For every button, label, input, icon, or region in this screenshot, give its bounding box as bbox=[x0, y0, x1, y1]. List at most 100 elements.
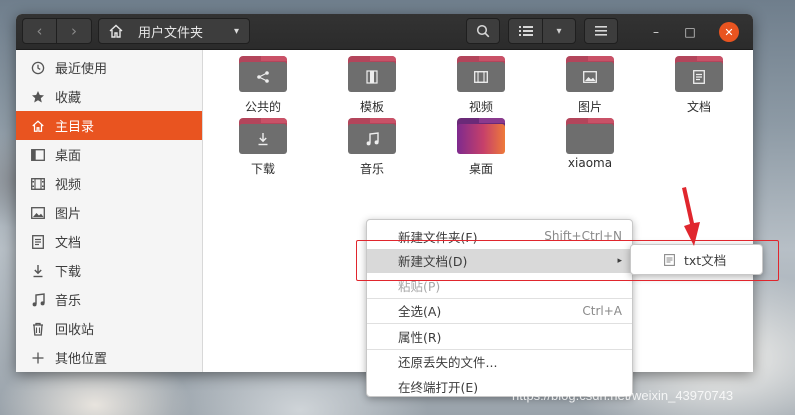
template-icon bbox=[366, 70, 378, 84]
chevron-down-icon: ▾ bbox=[556, 25, 562, 37]
file-label: 模板 bbox=[359, 100, 384, 114]
nav-buttons: ‹ › bbox=[22, 18, 92, 44]
maximize-button[interactable]: □ bbox=[681, 23, 699, 41]
minimize-button[interactable]: – bbox=[647, 23, 665, 41]
menu-item-properties[interactable]: 属性(R) bbox=[367, 324, 632, 349]
film-icon bbox=[30, 176, 46, 192]
plus-icon bbox=[30, 350, 46, 366]
home-icon bbox=[109, 24, 123, 38]
search-button[interactable] bbox=[466, 18, 500, 44]
menu-item-label: 新建文档(D) bbox=[398, 254, 468, 270]
menu-item-label: 粘贴(P) bbox=[398, 278, 441, 294]
close-icon: ✕ bbox=[724, 25, 734, 39]
file-label: 公共的 bbox=[244, 100, 281, 114]
path-label: 用户文件夹 bbox=[138, 25, 204, 41]
folder-icon bbox=[566, 118, 614, 154]
view-buttons: ▾ bbox=[508, 18, 576, 44]
file-label: 文档 bbox=[686, 100, 711, 114]
trash-icon bbox=[30, 321, 46, 337]
path-bar-home-button[interactable]: 用户文件夹 ▾ bbox=[98, 18, 250, 44]
menu-item-select-all[interactable]: 全选(A) Ctrl+A bbox=[367, 299, 632, 324]
sidebar-item-other-locations[interactable]: 其他位置 bbox=[16, 343, 202, 372]
watermark-text: https://blog.csdn.net/weixin_43970743 bbox=[512, 388, 734, 403]
image-icon bbox=[583, 71, 597, 83]
headerbar: ‹ › 用户文件夹 ▾ ▾ – □ ✕ bbox=[16, 14, 753, 50]
download-icon bbox=[30, 263, 46, 279]
sidebar-item-videos[interactable]: 视频 bbox=[16, 169, 202, 198]
folder-documents[interactable]: 文档 bbox=[654, 56, 744, 115]
list-view-button[interactable] bbox=[509, 19, 543, 43]
text-file-icon bbox=[663, 253, 675, 266]
document-icon bbox=[693, 70, 705, 84]
sidebar-item-pictures[interactable]: 图片 bbox=[16, 198, 202, 227]
menu-item-paste[interactable]: 粘贴(P) bbox=[367, 273, 632, 298]
chevron-left-icon: ‹ bbox=[36, 22, 43, 40]
file-label: xiaoma bbox=[567, 156, 613, 170]
list-view-icon bbox=[518, 26, 533, 36]
share-icon bbox=[257, 71, 269, 83]
folder-icon bbox=[239, 118, 287, 154]
folder-music[interactable]: 音乐 bbox=[327, 118, 417, 177]
sidebar-item-label: 音乐 bbox=[55, 294, 82, 309]
forward-button[interactable]: › bbox=[57, 19, 91, 43]
menu-item-label: 全选(A) bbox=[398, 304, 442, 320]
menu-button[interactable] bbox=[584, 18, 618, 44]
folder-downloads[interactable]: 下载 bbox=[218, 118, 308, 177]
download-icon bbox=[258, 133, 268, 146]
sidebar-item-music[interactable]: 音乐 bbox=[16, 285, 202, 314]
folder-desktop[interactable]: 桌面 bbox=[436, 118, 526, 177]
music-icon bbox=[366, 132, 379, 146]
menu-item-restore-missing-files[interactable]: 还原丢失的文件... bbox=[367, 350, 632, 375]
clock-icon bbox=[30, 60, 46, 76]
sidebar-item-downloads[interactable]: 下载 bbox=[16, 256, 202, 285]
menu-item-new-document[interactable]: 新建文档(D) ▸ bbox=[367, 248, 632, 273]
sidebar-item-label: 回收站 bbox=[55, 323, 95, 338]
menu-item-label: 在终端打开(E) bbox=[398, 379, 479, 395]
sidebar: 最近使用 收藏 主目录 桌面 视频 图片 文档 下载 音乐 回收站 其他位置 bbox=[16, 50, 203, 372]
sidebar-item-desktop[interactable]: 桌面 bbox=[16, 140, 202, 169]
new-document-submenu: txt文档 bbox=[630, 244, 763, 275]
desktop-folder-icon bbox=[457, 118, 505, 154]
menu-item-label: 新建文件夹(F) bbox=[398, 229, 478, 245]
search-icon bbox=[476, 24, 490, 38]
sidebar-item-label: 视频 bbox=[55, 178, 82, 193]
sidebar-item-label: 文档 bbox=[55, 236, 82, 251]
close-button[interactable]: ✕ bbox=[719, 22, 739, 42]
desktop-icon bbox=[30, 147, 46, 163]
home-icon bbox=[30, 118, 46, 134]
file-label: 音乐 bbox=[359, 162, 384, 176]
chevron-right-icon: › bbox=[71, 22, 77, 40]
context-menu: 新建文件夹(F) Shift+Ctrl+N 新建文档(D) ▸ 粘贴(P) 全选… bbox=[366, 219, 633, 397]
sidebar-item-starred[interactable]: 收藏 bbox=[16, 82, 202, 111]
file-label: 桌面 bbox=[468, 162, 493, 176]
sidebar-item-documents[interactable]: 文档 bbox=[16, 227, 202, 256]
minimize-icon: – bbox=[653, 25, 659, 39]
folder-public[interactable]: 公共的 bbox=[218, 56, 308, 115]
folder-icon bbox=[457, 56, 505, 92]
folder-videos[interactable]: 视频 bbox=[436, 56, 526, 115]
document-icon bbox=[30, 234, 46, 250]
chevron-down-icon: ▾ bbox=[233, 25, 239, 37]
sidebar-item-recent[interactable]: 最近使用 bbox=[16, 53, 202, 82]
sidebar-item-label: 其他位置 bbox=[55, 352, 108, 367]
back-button[interactable]: ‹ bbox=[23, 19, 58, 43]
sidebar-item-home[interactable]: 主目录 bbox=[16, 111, 202, 140]
folder-icon bbox=[566, 56, 614, 92]
folder-icon bbox=[348, 56, 396, 92]
sidebar-item-trash[interactable]: 回收站 bbox=[16, 314, 202, 343]
file-label: 图片 bbox=[577, 100, 602, 114]
menu-item-new-folder[interactable]: 新建文件夹(F) Shift+Ctrl+N bbox=[367, 224, 632, 249]
sidebar-item-label: 最近使用 bbox=[55, 62, 108, 77]
file-label: 下载 bbox=[250, 162, 275, 176]
folder-templates[interactable]: 模板 bbox=[327, 56, 417, 115]
menu-item-label: 还原丢失的文件... bbox=[398, 355, 498, 371]
folder-xiaoma[interactable]: xiaoma bbox=[545, 118, 635, 170]
view-options-button[interactable]: ▾ bbox=[543, 19, 575, 43]
hamburger-icon bbox=[595, 26, 607, 36]
film-icon bbox=[474, 71, 488, 83]
folder-pictures[interactable]: 图片 bbox=[545, 56, 635, 115]
submenu-item-txt-document[interactable]: txt文档 bbox=[684, 250, 726, 269]
sidebar-item-label: 桌面 bbox=[55, 149, 82, 164]
music-icon bbox=[30, 292, 46, 308]
submenu-arrow-icon: ▸ bbox=[617, 255, 622, 266]
